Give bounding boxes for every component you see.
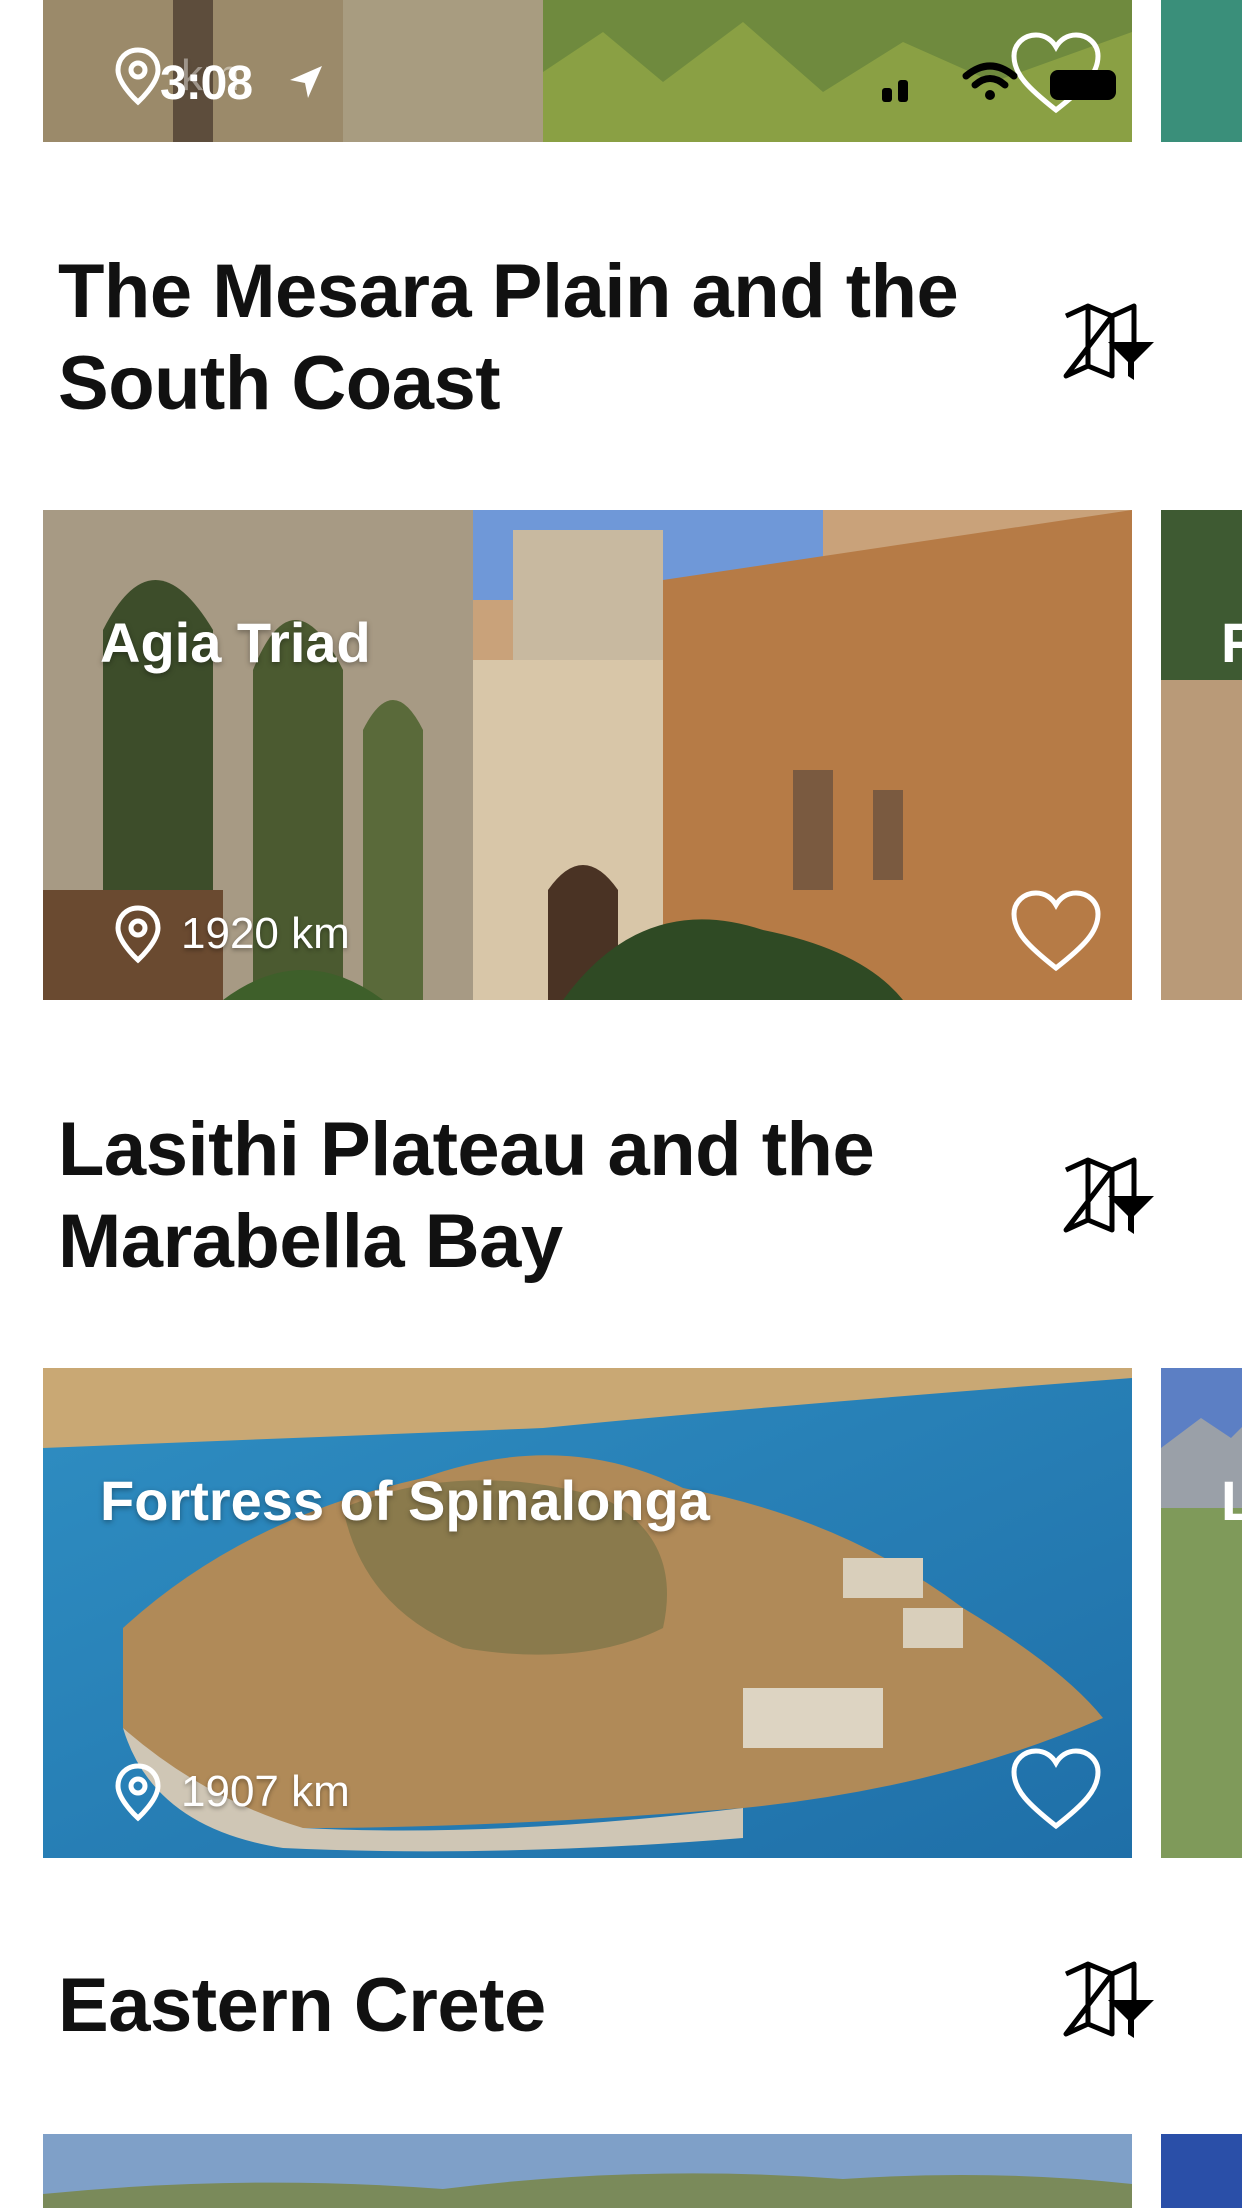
map-filter-icon[interactable] xyxy=(1062,1960,1158,2040)
distance-label: 1920 km xyxy=(113,904,350,964)
location-pin-icon xyxy=(115,1763,161,1822)
place-card-peek[interactable] xyxy=(1161,0,1242,142)
distance-text: 1920 km xyxy=(181,909,350,958)
distance-label: km xyxy=(113,46,240,106)
carousel-row-4[interactable] xyxy=(0,2134,1242,2208)
place-card[interactable]: Agia Triad 1920 km xyxy=(43,510,1132,1000)
section-header: Lasithi Plateau and the Marabella Bay xyxy=(58,1104,1158,1284)
place-card-peek[interactable]: L xyxy=(1161,1368,1242,1858)
place-title: Agia Triad xyxy=(100,611,371,674)
favorite-heart-icon[interactable] xyxy=(1008,888,1104,974)
place-card[interactable]: km xyxy=(43,0,1132,142)
screen: 3:08 km The Mesara Plain and the South C… xyxy=(0,0,1242,2208)
place-title: Fortress of Spinalonga xyxy=(100,1469,710,1532)
map-filter-icon[interactable] xyxy=(1062,1156,1158,1236)
place-card-peek[interactable] xyxy=(1161,2134,1242,2208)
place-card[interactable]: Fortress of Spinalonga 1907 km xyxy=(43,1368,1132,1858)
place-card[interactable] xyxy=(43,2134,1132,2208)
card-photo xyxy=(1161,0,1242,142)
section-title: Lasithi Plateau and the Marabella Bay xyxy=(58,1107,875,1284)
distance-text: km xyxy=(181,51,240,100)
carousel-row-3[interactable]: Fortress of Spinalonga 1907 km L xyxy=(0,1368,1242,1858)
card-photo xyxy=(1161,2134,1242,2208)
carousel-row-1[interactable]: km xyxy=(0,0,1242,142)
favorite-heart-icon[interactable] xyxy=(1008,1746,1104,1832)
map-filter-icon[interactable] xyxy=(1062,302,1158,382)
place-card-peek[interactable]: F xyxy=(1161,510,1242,1000)
card-photo xyxy=(1161,1368,1242,1858)
location-pin-icon xyxy=(115,905,161,964)
section-header: The Mesara Plain and the South Coast xyxy=(58,246,1158,426)
distance-text: 1907 km xyxy=(181,1767,350,1816)
distance-label: 1907 km xyxy=(113,1762,350,1822)
card-photo xyxy=(43,2134,1132,2208)
favorite-heart-icon[interactable] xyxy=(1008,30,1104,116)
location-pin-icon xyxy=(115,47,161,106)
card-photo xyxy=(1161,510,1242,1000)
place-title: L xyxy=(1221,1469,1242,1532)
section-title: The Mesara Plain and the South Coast xyxy=(58,249,959,426)
section-title: Eastern Crete xyxy=(58,1963,546,2048)
section-header: Eastern Crete xyxy=(58,1960,1158,2060)
carousel-row-2[interactable]: Agia Triad 1920 km F xyxy=(0,510,1242,1000)
place-title: F xyxy=(1221,611,1242,674)
